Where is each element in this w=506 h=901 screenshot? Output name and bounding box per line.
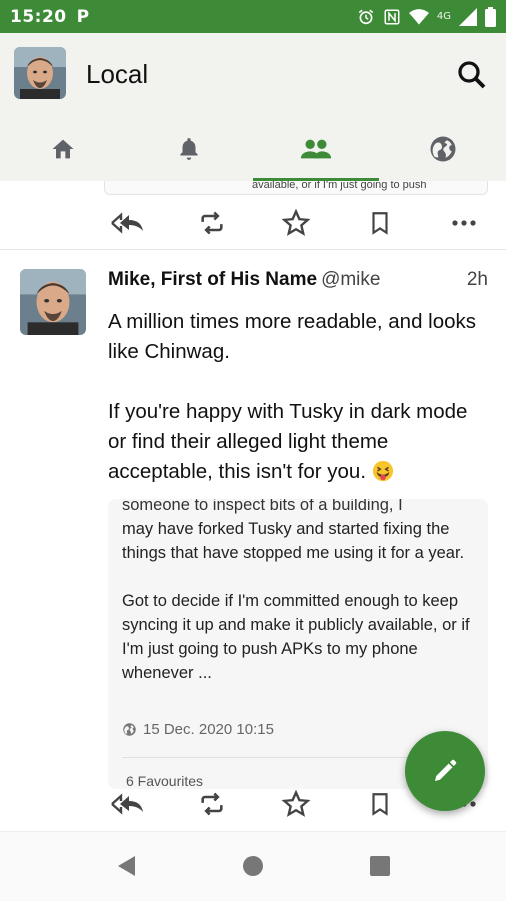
nav-home-button[interactable] <box>223 846 283 886</box>
people-icon <box>300 139 332 159</box>
reply-button[interactable] <box>106 203 150 243</box>
home-icon <box>52 139 74 159</box>
bookmark-button[interactable] <box>358 784 402 824</box>
quoted-paragraph: may have forked Tusky and started fixing… <box>122 520 465 562</box>
post-time: 2h <box>466 269 488 290</box>
parking-icon: P <box>76 6 90 27</box>
globe-icon <box>123 723 136 736</box>
quoted-cut-line: someone to inspect bits of a building, I <box>122 499 403 514</box>
tab-notifications[interactable] <box>126 117 252 181</box>
system-nav-bar <box>0 831 506 901</box>
post-author-avatar[interactable] <box>20 269 86 335</box>
boost-button[interactable] <box>190 203 234 243</box>
bookmark-icon <box>372 212 388 235</box>
post-divider <box>0 249 506 250</box>
pencil-icon <box>435 759 457 781</box>
author-name[interactable]: Mike, First of His Name <box>108 269 317 290</box>
network-type: 4G <box>436 11 451 22</box>
reply-all-icon <box>111 793 143 815</box>
search-button[interactable] <box>454 57 490 93</box>
tab-home[interactable] <box>0 117 126 181</box>
tab-federated[interactable] <box>380 117 506 181</box>
app-bar: Local <box>0 33 506 181</box>
globe-icon <box>430 136 456 162</box>
reply-all-icon <box>111 212 143 234</box>
reply-button[interactable] <box>106 784 150 824</box>
favourite-button[interactable] <box>274 784 318 824</box>
laughing-tongue-emoji-icon <box>372 460 394 482</box>
post-paragraph: A million times more readable, and looks… <box>108 310 477 363</box>
home-circle-icon <box>243 856 263 876</box>
star-icon <box>281 789 311 817</box>
wifi-icon <box>408 8 429 24</box>
more-button[interactable] <box>442 203 486 243</box>
previous-post-actions <box>106 203 486 243</box>
quoted-post-text: someone to inspect bits of a building, I… <box>122 499 478 685</box>
status-bar: 15:20 P 4G <box>0 0 506 33</box>
compose-button[interactable] <box>405 731 485 811</box>
boost-button[interactable] <box>190 784 234 824</box>
quoted-post-meta: 15 Dec. 2020 10:15 <box>122 721 274 738</box>
back-triangle-icon <box>118 856 135 876</box>
repeat-icon <box>201 792 223 816</box>
post-header: Mike, First of His Name @mike 2h <box>108 269 488 291</box>
post-content: A million times more readable, and looks… <box>108 307 488 487</box>
author-handle[interactable]: @mike <box>321 269 380 290</box>
nfc-icon <box>384 9 400 24</box>
previous-quote-text: available, or if I'm just going to push <box>252 181 427 191</box>
tab-bar <box>0 117 506 181</box>
favourite-button[interactable] <box>274 203 318 243</box>
search-icon <box>458 61 486 89</box>
tab-local[interactable] <box>253 117 379 181</box>
bookmark-button[interactable] <box>358 203 402 243</box>
nav-recents-button[interactable] <box>350 846 410 886</box>
post-paragraph-text: If you're happy with Tusky in dark mode … <box>108 400 468 483</box>
nav-back-button[interactable] <box>96 846 156 886</box>
signal-icon <box>459 7 477 26</box>
quoted-paragraph-2: Got to decide if I'm committed enough to… <box>122 592 470 682</box>
recents-square-icon <box>370 856 390 876</box>
account-avatar[interactable] <box>14 47 66 99</box>
page-title: Local <box>86 59 149 89</box>
status-icons: 4G <box>357 6 496 27</box>
more-horizontal-icon <box>452 220 476 226</box>
star-icon <box>281 208 311 236</box>
bookmark-icon <box>372 793 388 816</box>
battery-icon <box>485 6 496 27</box>
repeat-icon <box>201 211 223 235</box>
alarm-icon <box>358 9 374 24</box>
quoted-timestamp: 15 Dec. 2020 10:15 <box>143 721 274 738</box>
status-time: 15:20 <box>10 6 67 27</box>
bell-icon <box>180 138 198 160</box>
post-paragraph-2: If you're happy with Tusky in dark mode … <box>108 397 488 487</box>
